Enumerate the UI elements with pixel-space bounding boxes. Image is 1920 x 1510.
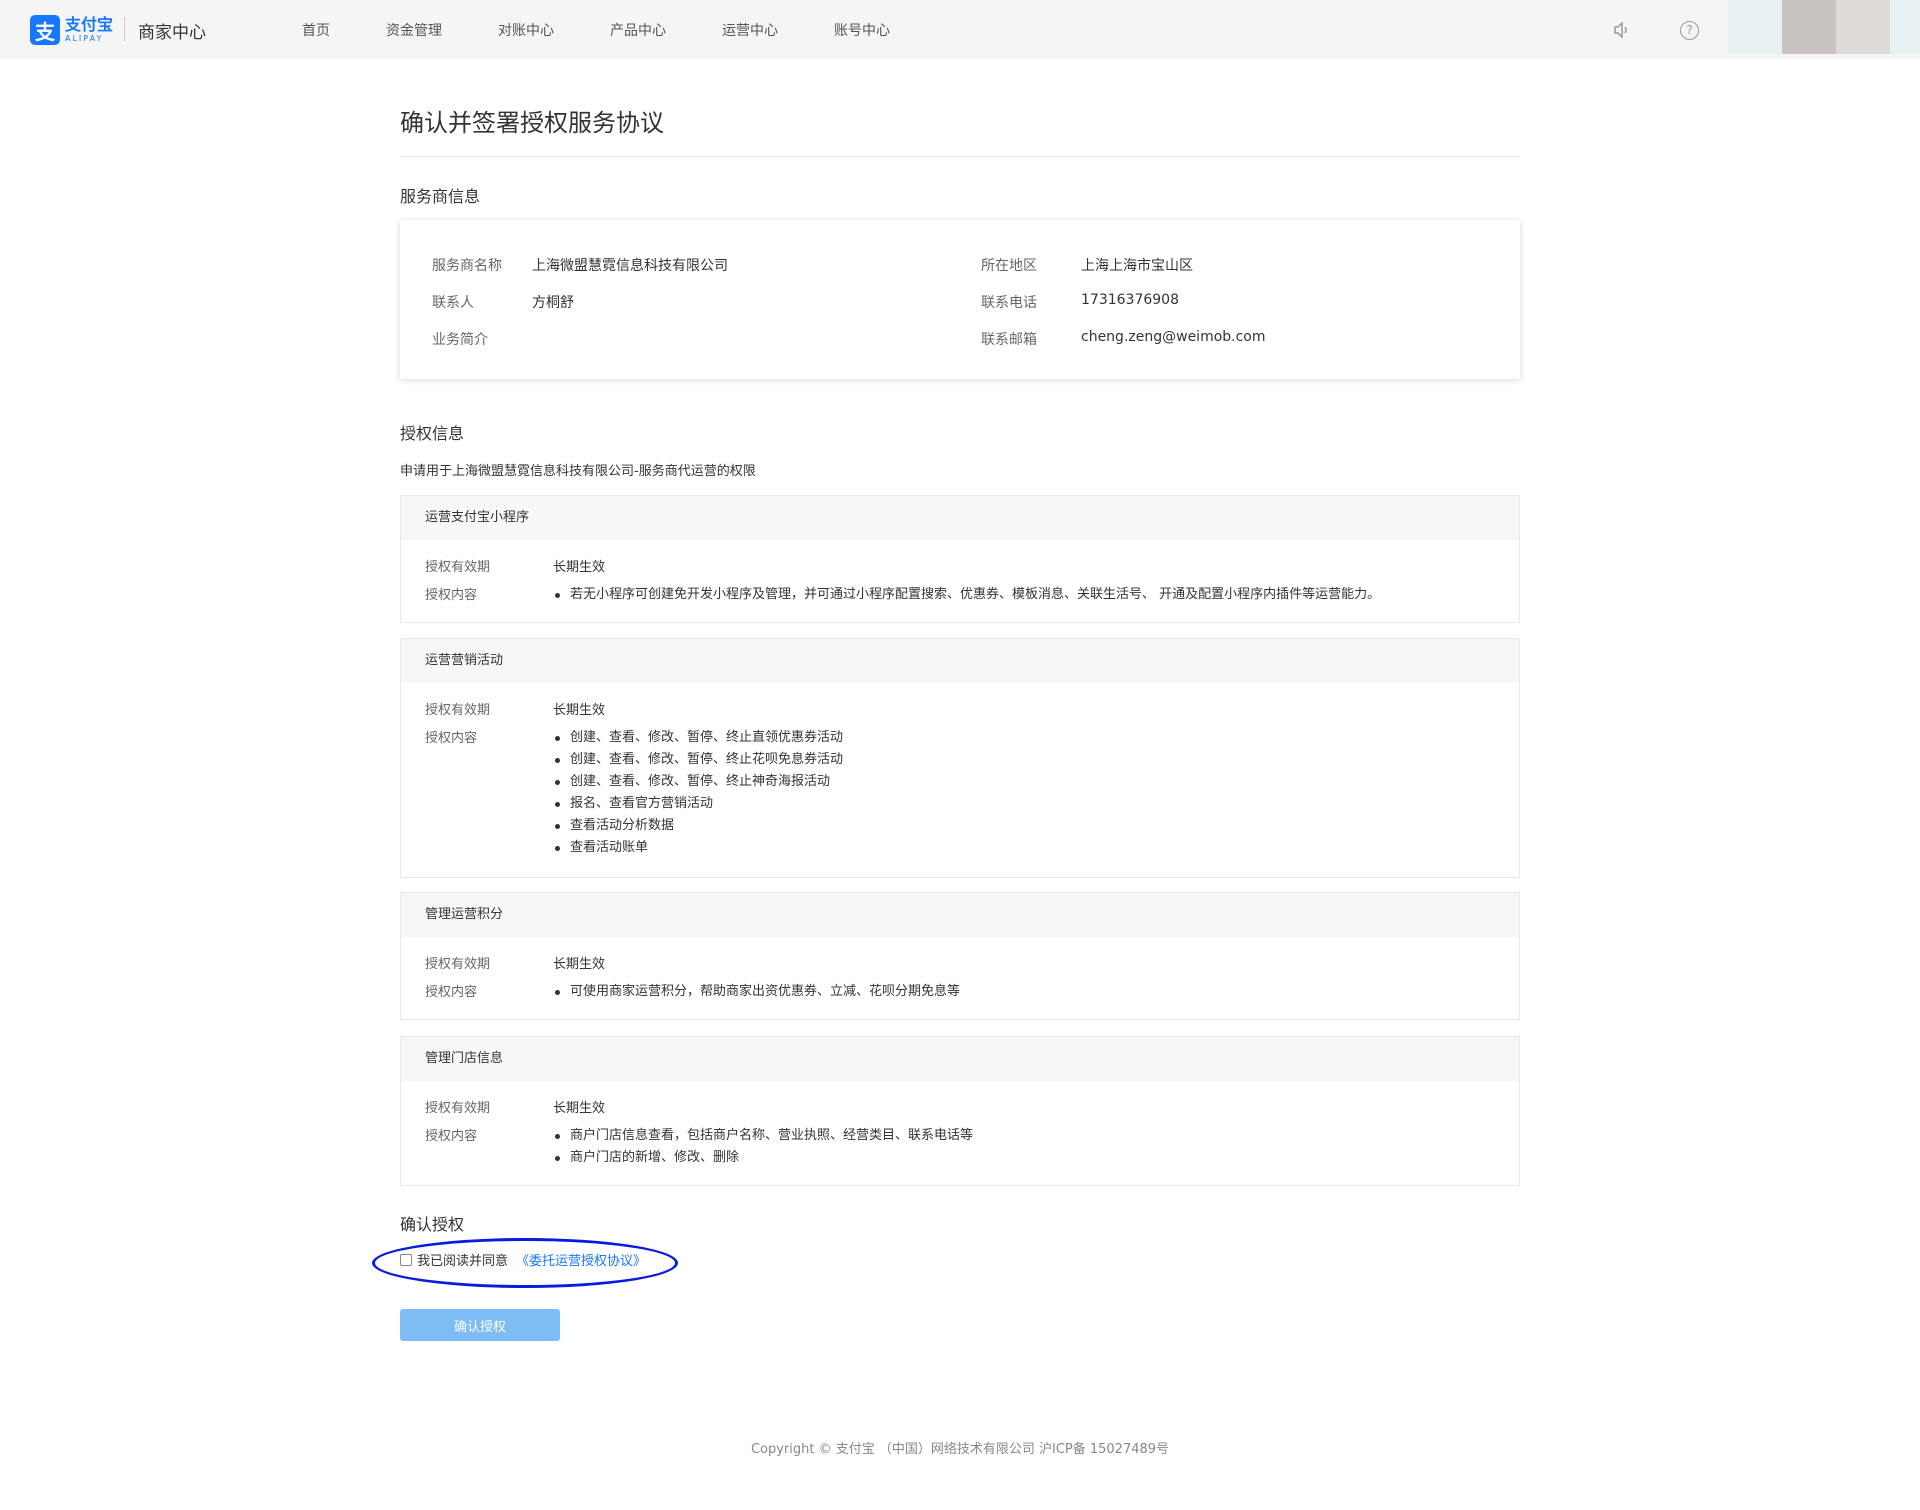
perm-card-points: 管理运营积分 授权有效期 长期生效 授权内容 可使用商家运营积分，帮助商家出资优…	[400, 892, 1520, 1020]
auth-section-title: 授权信息	[400, 424, 465, 443]
perm-card-body: 授权有效期 长期生效 授权内容 商户门店信息查看，包括商户名称、营业执照、经营类…	[401, 1081, 1519, 1165]
nav-item-funds[interactable]: 资金管理	[386, 20, 442, 40]
content-label: 授权内容	[425, 731, 478, 746]
list-item: 创建、查看、修改、暂停、终止直领优惠券活动	[553, 727, 843, 749]
nav-item-reconciliation[interactable]: 对账中心	[498, 20, 554, 40]
perm-card-miniprogram: 运营支付宝小程序 授权有效期 长期生效 授权内容 若无小程序可创建免开发小程序及…	[400, 495, 1520, 623]
nav-item-products[interactable]: 产品中心	[610, 20, 666, 40]
nav-item-operations[interactable]: 运营中心	[722, 20, 778, 40]
confirm-section-title: 确认授权	[400, 1215, 465, 1234]
merchant-center-title[interactable]: 商家中心	[138, 18, 206, 43]
phone-label: 联系电话	[981, 295, 1037, 311]
validity-value: 长期生效	[553, 1101, 606, 1116]
perm-validity-row: 授权有效期 长期生效	[425, 1093, 1495, 1121]
contact-value: 方桐舒	[532, 295, 574, 311]
perm-card-body: 授权有效期 长期生效 授权内容 若无小程序可创建免开发小程序及管理，并可通过小程…	[401, 540, 1519, 608]
validity-value: 长期生效	[553, 957, 606, 972]
list-item: 创建、查看、修改、暂停、终止神奇海报活动	[553, 771, 843, 793]
nav-item-account[interactable]: 账号中心	[834, 20, 890, 40]
perm-card-body: 授权有效期 长期生效 授权内容 创建、查看、修改、暂停、终止直领优惠券活动 创建…	[401, 683, 1519, 855]
validity-value: 长期生效	[553, 703, 606, 718]
top-nav-bar: 支 支付宝 ALIPAY 商家中心 首页 资金管理 对账中心 产品中心 运营中心…	[0, 0, 1920, 59]
provider-section-title: 服务商信息	[400, 187, 481, 206]
perm-card-marketing: 运营营销活动 授权有效期 长期生效 授权内容 创建、查看、修改、暂停、终止直领优…	[400, 638, 1520, 878]
content-label: 授权内容	[425, 588, 478, 603]
speaker-icon[interactable]	[1612, 20, 1632, 40]
provider-info-card: 服务商名称 上海微盟慧霓信息科技有限公司 所在地区 上海上海市宝山区 联系人 方…	[400, 220, 1520, 379]
perm-card-title: 运营营销活动	[401, 639, 1519, 683]
auth-description: 申请用于上海微盟慧霓信息科技有限公司-服务商代运营的权限	[400, 464, 756, 479]
logo-divider	[124, 17, 125, 41]
alipay-logo[interactable]: 支 支付宝 ALIPAY	[30, 14, 118, 46]
perm-content-list: 若无小程序可创建免开发小程序及管理，并可通过小程序配置搜索、优惠券、模板消息、关…	[553, 584, 1380, 606]
perm-content-list: 商户门店信息查看，包括商户名称、营业执照、经营类目、联系电话等 商户门店的新增、…	[553, 1125, 973, 1169]
perm-content-row: 授权内容 若无小程序可创建免开发小程序及管理，并可通过小程序配置搜索、优惠券、模…	[425, 580, 1495, 608]
list-item: 查看活动账单	[553, 837, 843, 859]
annotation-circle	[372, 1238, 678, 1288]
perm-card-stores: 管理门店信息 授权有效期 长期生效 授权内容 商户门店信息查看，包括商户名称、营…	[400, 1036, 1520, 1186]
perm-content-row: 授权内容 商户门店信息查看，包括商户名称、营业执照、经营类目、联系电话等 商户门…	[425, 1121, 1495, 1165]
region-label: 所在地区	[981, 258, 1037, 274]
avatar-secondary[interactable]	[1836, 0, 1890, 54]
perm-card-body: 授权有效期 长期生效 授权内容 可使用商家运营积分，帮助商家出资优惠券、立减、花…	[401, 937, 1519, 1005]
alipay-logo-icon: 支	[30, 15, 60, 45]
intro-label: 业务简介	[432, 332, 488, 348]
contact-label: 联系人	[432, 295, 474, 311]
email-label: 联系邮箱	[981, 332, 1037, 348]
perm-content-list: 可使用商家运营积分，帮助商家出资优惠券、立减、花呗分期免息等	[553, 981, 960, 1003]
nav-item-home[interactable]: 首页	[302, 20, 330, 40]
region-value: 上海上海市宝山区	[1081, 258, 1193, 274]
perm-content-row: 授权内容 可使用商家运营积分，帮助商家出资优惠券、立减、花呗分期免息等	[425, 977, 1495, 1005]
logo-en-text: ALIPAY	[65, 34, 104, 43]
perm-content-row: 授权内容 创建、查看、修改、暂停、终止直领优惠券活动 创建、查看、修改、暂停、终…	[425, 723, 1495, 855]
perm-card-title: 运营支付宝小程序	[401, 496, 1519, 540]
email-value: cheng.zeng@weimob.com	[1081, 329, 1266, 345]
perm-validity-row: 授权有效期 长期生效	[425, 949, 1495, 977]
list-item: 报名、查看官方营销活动	[553, 793, 843, 815]
validity-label: 授权有效期	[425, 957, 491, 972]
provider-name-label: 服务商名称	[432, 258, 502, 274]
title-divider	[400, 156, 1520, 157]
list-item: 可使用商家运营积分，帮助商家出资优惠券、立减、花呗分期免息等	[553, 981, 960, 1003]
help-icon[interactable]: ?	[1680, 21, 1699, 40]
list-item: 若无小程序可创建免开发小程序及管理，并可通过小程序配置搜索、优惠券、模板消息、关…	[553, 584, 1380, 606]
validity-label: 授权有效期	[425, 703, 491, 718]
footer-copyright: Copyright © 支付宝 （中国）网络技术有限公司 沪ICP备 15027…	[750, 1442, 1170, 1457]
list-item: 商户门店的新增、修改、删除	[553, 1147, 973, 1169]
content-label: 授权内容	[425, 1129, 478, 1144]
list-item: 查看活动分析数据	[553, 815, 843, 837]
list-item: 商户门店信息查看，包括商户名称、营业执照、经营类目、联系电话等	[553, 1125, 973, 1147]
perm-validity-row: 授权有效期 长期生效	[425, 552, 1495, 580]
provider-name-value: 上海微盟慧霓信息科技有限公司	[532, 258, 728, 274]
validity-label: 授权有效期	[425, 560, 491, 575]
list-item: 创建、查看、修改、暂停、终止花呗免息券活动	[553, 749, 843, 771]
perm-validity-row: 授权有效期 长期生效	[425, 695, 1495, 723]
validity-value: 长期生效	[553, 560, 606, 575]
main-nav: 首页 资金管理 对账中心 产品中心 运营中心 账号中心	[302, 20, 946, 40]
page-title: 确认并签署授权服务协议	[400, 109, 664, 137]
validity-label: 授权有效期	[425, 1101, 491, 1116]
content-label: 授权内容	[425, 985, 478, 1000]
alipay-logo-text: 支付宝 ALIPAY	[65, 17, 113, 43]
avatar[interactable]	[1782, 0, 1836, 54]
perm-card-title: 管理运营积分	[401, 893, 1519, 937]
phone-value: 17316376908	[1081, 292, 1179, 308]
confirm-authorize-button[interactable]: 确认授权	[400, 1309, 560, 1341]
perm-content-list: 创建、查看、修改、暂停、终止直领优惠券活动 创建、查看、修改、暂停、终止花呗免息…	[553, 727, 843, 859]
perm-card-title: 管理门店信息	[401, 1037, 1519, 1081]
logo-cn-text: 支付宝	[65, 15, 114, 34]
